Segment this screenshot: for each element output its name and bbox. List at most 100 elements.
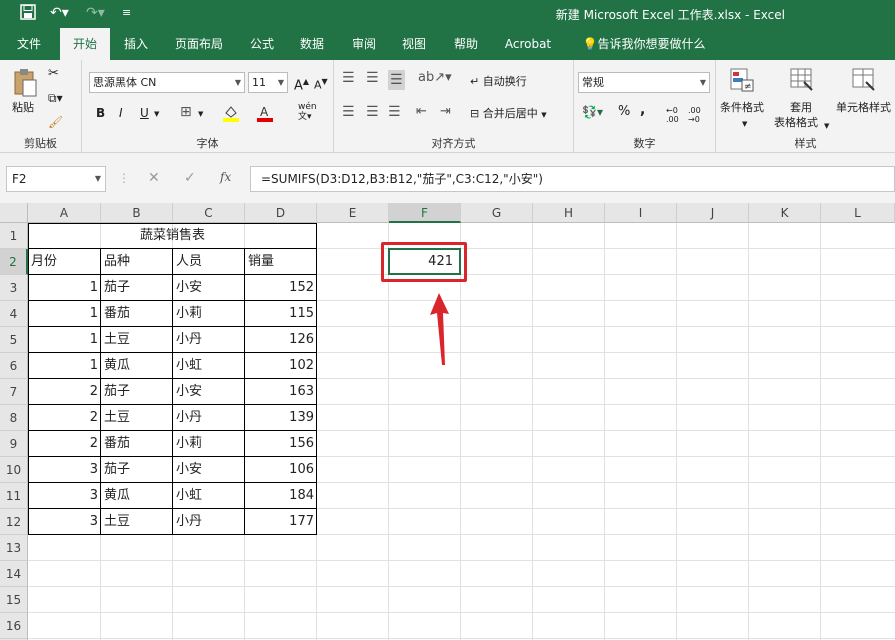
data-cell[interactable]: 小安 bbox=[173, 275, 245, 300]
increase-decimal-icon[interactable]: ←0.00 bbox=[666, 106, 679, 124]
format-as-table-icon[interactable] bbox=[790, 68, 814, 92]
paste-icon[interactable] bbox=[12, 68, 38, 98]
number-format-dropdown[interactable]: 常规 ▼ bbox=[578, 72, 710, 93]
cell-styles-icon[interactable] bbox=[852, 68, 876, 92]
tab-review[interactable]: 审阅 bbox=[342, 28, 386, 60]
accounting-icon[interactable]: 💱▾ bbox=[582, 104, 603, 120]
column-header-d[interactable]: D bbox=[245, 203, 317, 223]
data-cell[interactable]: 152 bbox=[245, 275, 317, 300]
data-cell[interactable]: 茄子 bbox=[101, 275, 173, 300]
data-cell[interactable]: 1 bbox=[28, 353, 101, 378]
chevron-down-icon[interactable]: ▼ bbox=[824, 118, 829, 134]
tab-page-layout[interactable]: 页面布局 bbox=[166, 28, 232, 60]
underline-button[interactable]: U bbox=[140, 105, 149, 121]
tab-insert[interactable]: 插入 bbox=[114, 28, 158, 60]
decrease-font-icon[interactable]: A▼ bbox=[314, 74, 328, 94]
row-header-16[interactable]: 16 bbox=[0, 613, 28, 639]
border-chevron-icon[interactable]: ▼ bbox=[198, 106, 203, 122]
row-header-4[interactable]: 4 bbox=[0, 301, 28, 327]
data-cell[interactable]: 小丹 bbox=[173, 405, 245, 430]
chevron-down-icon[interactable]: ▼ bbox=[742, 116, 747, 132]
data-cell[interactable]: 3 bbox=[28, 509, 101, 534]
underline-chevron-icon[interactable]: ▼ bbox=[154, 106, 159, 122]
row-header-14[interactable]: 14 bbox=[0, 561, 28, 587]
data-cell[interactable]: 2 bbox=[28, 379, 101, 404]
row-header-5[interactable]: 5 bbox=[0, 327, 28, 353]
row-header-8[interactable]: 8 bbox=[0, 405, 28, 431]
bold-button[interactable]: B bbox=[96, 105, 105, 121]
data-cell[interactable]: 小丹 bbox=[173, 509, 245, 534]
column-header-l[interactable]: L bbox=[821, 203, 895, 223]
data-cell[interactable]: 139 bbox=[245, 405, 317, 430]
increase-indent-icon[interactable]: ⇥ bbox=[440, 104, 451, 120]
column-header-e[interactable]: E bbox=[317, 203, 389, 223]
row-header-10[interactable]: 10 bbox=[0, 457, 28, 483]
column-header-g[interactable]: G bbox=[461, 203, 533, 223]
data-cell[interactable]: 黄瓜 bbox=[101, 353, 173, 378]
align-right-icon[interactable]: ☰ bbox=[388, 104, 401, 120]
data-cell[interactable]: 184 bbox=[245, 483, 317, 508]
data-cell[interactable]: 177 bbox=[245, 509, 317, 534]
decrease-decimal-icon[interactable]: .00 →0 bbox=[688, 106, 701, 124]
data-cell[interactable]: 156 bbox=[245, 431, 317, 456]
row-header-1[interactable]: 1 bbox=[0, 223, 28, 249]
data-cell[interactable]: 番茄 bbox=[101, 301, 173, 326]
conditional-format-button[interactable]: 条件格式 bbox=[720, 100, 764, 116]
column-header-f[interactable]: F bbox=[389, 203, 461, 223]
row-header-3[interactable]: 3 bbox=[0, 275, 28, 301]
data-cell[interactable]: 土豆 bbox=[101, 509, 173, 534]
format-as-table-label-2[interactable]: 表格格式 bbox=[774, 115, 818, 131]
data-cell[interactable]: 115 bbox=[245, 301, 317, 326]
align-bottom-icon[interactable]: ☰ bbox=[388, 70, 405, 90]
row-header-7[interactable]: 7 bbox=[0, 379, 28, 405]
cancel-icon[interactable]: ✕ bbox=[148, 170, 160, 186]
increase-font-icon[interactable]: A▲ bbox=[294, 74, 309, 94]
data-cell[interactable]: 163 bbox=[245, 379, 317, 404]
tab-data[interactable]: 数据 bbox=[290, 28, 334, 60]
data-cell[interactable]: 茄子 bbox=[101, 457, 173, 482]
row-header-12[interactable]: 12 bbox=[0, 509, 28, 535]
orientation-icon[interactable]: ab↗▾ bbox=[418, 70, 452, 86]
column-header-b[interactable]: B bbox=[101, 203, 173, 223]
data-cell[interactable]: 小虹 bbox=[173, 353, 245, 378]
data-cell[interactable]: 106 bbox=[245, 457, 317, 482]
row-header-11[interactable]: 11 bbox=[0, 483, 28, 509]
copy-icon[interactable]: ⧉▾ bbox=[48, 90, 63, 106]
data-cell[interactable]: 土豆 bbox=[101, 405, 173, 430]
cell-styles-button[interactable]: 单元格样式 bbox=[836, 100, 891, 116]
tab-view[interactable]: 视图 bbox=[392, 28, 436, 60]
data-cell[interactable]: 1 bbox=[28, 301, 101, 326]
tab-file[interactable]: 文件 bbox=[5, 28, 53, 60]
data-cell[interactable]: 土豆 bbox=[101, 327, 173, 352]
tab-acrobat[interactable]: Acrobat bbox=[498, 28, 558, 60]
merge-center-button[interactable]: ⊟ 合并后居中 ▼ bbox=[470, 106, 547, 123]
align-center-icon[interactable]: ☰ bbox=[366, 104, 379, 120]
data-cell[interactable]: 黄瓜 bbox=[101, 483, 173, 508]
align-middle-icon[interactable]: ☰ bbox=[366, 70, 379, 86]
align-left-icon[interactable]: ☰ bbox=[342, 104, 355, 120]
comma-button[interactable]: , bbox=[640, 102, 645, 118]
enter-icon[interactable]: ✓ bbox=[184, 170, 196, 186]
formula-input[interactable]: =SUMIFS(D3:D12,B3:B12,"茄子",C3:C12,"小安") bbox=[250, 166, 895, 192]
font-size-dropdown[interactable]: 11 ▼ bbox=[248, 72, 288, 93]
select-all-corner[interactable] bbox=[0, 203, 28, 223]
data-cell[interactable]: 2 bbox=[28, 405, 101, 430]
column-header-i[interactable]: I bbox=[605, 203, 677, 223]
data-cell[interactable]: 3 bbox=[28, 483, 101, 508]
font-color-icon[interactable]: A bbox=[256, 104, 274, 122]
paste-button[interactable]: 粘贴 bbox=[12, 100, 34, 116]
data-cell[interactable]: 126 bbox=[245, 327, 317, 352]
conditional-format-icon[interactable]: ≠ bbox=[730, 68, 754, 92]
format-painter-icon[interactable]: 🖌 bbox=[48, 114, 63, 130]
data-cell[interactable]: 2 bbox=[28, 431, 101, 456]
tab-formulas[interactable]: 公式 bbox=[240, 28, 284, 60]
column-header-c[interactable]: C bbox=[173, 203, 245, 223]
border-icon[interactable]: ⊞ bbox=[180, 104, 192, 120]
row-header-2[interactable]: 2 bbox=[0, 249, 28, 275]
decrease-indent-icon[interactable]: ⇤ bbox=[416, 104, 427, 120]
insert-function-icon[interactable]: fx bbox=[220, 170, 231, 184]
data-cell[interactable]: 3 bbox=[28, 457, 101, 482]
data-cell[interactable]: 小莉 bbox=[173, 301, 245, 326]
column-header-a[interactable]: A bbox=[28, 203, 101, 223]
data-cell[interactable]: 小安 bbox=[173, 457, 245, 482]
